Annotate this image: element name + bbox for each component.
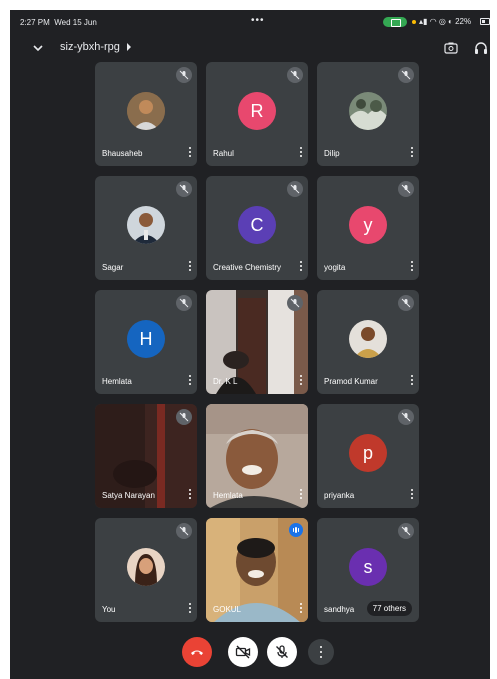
- participant-name: Hemlata: [102, 377, 132, 386]
- status-bar: 2:27 PM Wed 15 Jun ••• ▴▮ ◠ ◎ ◐ 22%: [10, 10, 490, 34]
- battery-icon: [480, 18, 490, 25]
- speaking-indicator-icon: [289, 523, 303, 537]
- meet-screen: 2:27 PM Wed 15 Jun ••• ▴▮ ◠ ◎ ◐ 22% siz-…: [10, 10, 490, 679]
- avatar: C: [238, 206, 276, 244]
- status-time-date: 2:27 PM Wed 15 Jun: [20, 18, 97, 27]
- more-vert-icon[interactable]: [299, 147, 303, 159]
- mic-off-icon: [287, 67, 303, 83]
- participant-tile[interactable]: Satya Narayan: [95, 404, 197, 508]
- others-count-chip[interactable]: 77 others: [366, 601, 412, 616]
- mic-off-icon: [398, 409, 414, 425]
- mic-off-icon: [176, 523, 192, 539]
- participant-tile[interactable]: Bhausaheb: [95, 62, 197, 166]
- camera-in-use-pill: [383, 17, 407, 27]
- end-call-button[interactable]: [182, 637, 212, 667]
- participant-name: Pramod Kumar: [324, 377, 378, 386]
- participant-tile[interactable]: Hemlata: [206, 404, 308, 508]
- meeting-code[interactable]: siz-ybxh-rpg: [60, 41, 120, 53]
- avatar: [349, 320, 387, 358]
- participant-tile[interactable]: p priyanka: [317, 404, 419, 508]
- mic-off-icon: [287, 181, 303, 197]
- mic-off-icon: [398, 295, 414, 311]
- more-vert-icon[interactable]: [188, 375, 192, 387]
- participant-name: Sagar: [102, 263, 124, 272]
- participant-tile[interactable]: H Hemlata: [95, 290, 197, 394]
- avatar: [127, 206, 165, 244]
- end-call-icon: [191, 650, 203, 655]
- participant-tile[interactable]: Dr. K L: [206, 290, 308, 394]
- participant-name: Creative Chemistry: [213, 263, 282, 272]
- participant-tile[interactable]: y yogita: [317, 176, 419, 280]
- participant-tile[interactable]: You: [95, 518, 197, 622]
- more-vert-icon[interactable]: [410, 261, 414, 273]
- battery-percent: 22%: [455, 17, 472, 26]
- mic-off-icon: [276, 645, 288, 658]
- mic-off-icon: [176, 67, 192, 83]
- more-options-button[interactable]: [308, 639, 334, 665]
- participant-name: priyanka: [324, 491, 355, 500]
- participant-name: Bhausaheb: [102, 149, 143, 158]
- mic-off-icon: [398, 181, 414, 197]
- participant-name: Satya Narayan: [102, 491, 155, 500]
- participant-tile[interactable]: s sandhya 77 others: [317, 518, 419, 622]
- avatar: H: [127, 320, 165, 358]
- participant-tile[interactable]: Pramod Kumar: [317, 290, 419, 394]
- more-vert-icon[interactable]: [188, 489, 192, 501]
- more-vert-icon[interactable]: [299, 261, 303, 273]
- camera-toggle-button[interactable]: [228, 637, 258, 667]
- participant-name: Dr. K L: [213, 377, 238, 386]
- mic-off-icon: [176, 409, 192, 425]
- more-vert-icon[interactable]: [410, 489, 414, 501]
- more-vert-icon[interactable]: [410, 375, 414, 387]
- participant-name: yogita: [324, 263, 346, 272]
- participant-name: You: [102, 605, 116, 614]
- avatar: [349, 92, 387, 130]
- more-vert-icon[interactable]: [188, 261, 192, 273]
- more-vert-icon[interactable]: [299, 489, 303, 501]
- participant-name: Hemlata: [213, 491, 243, 500]
- more-vert-icon[interactable]: [299, 603, 303, 615]
- more-vert-icon[interactable]: [410, 147, 414, 159]
- participant-tile[interactable]: Dilip: [317, 62, 419, 166]
- mic-off-icon: [176, 181, 192, 197]
- more-vert-icon[interactable]: [299, 375, 303, 387]
- avatar: y: [349, 206, 387, 244]
- participant-tile[interactable]: Sagar: [95, 176, 197, 280]
- mic-off-icon: [398, 67, 414, 83]
- caret-right-icon[interactable]: [127, 43, 131, 51]
- mic-off-icon: [176, 295, 192, 311]
- more-vert-icon[interactable]: [188, 147, 192, 159]
- participant-tile[interactable]: R Rahul: [206, 62, 308, 166]
- more-vert-icon[interactable]: [188, 603, 192, 615]
- mic-in-use-dot: [412, 20, 416, 24]
- participant-name: Rahul: [213, 149, 234, 158]
- participant-tile[interactable]: C Creative Chemistry: [206, 176, 308, 280]
- avatar: [127, 92, 165, 130]
- participant-name: GOKUL: [213, 605, 242, 614]
- multitask-dots-icon[interactable]: •••: [251, 15, 265, 26]
- participant-tile[interactable]: GOKUL: [206, 518, 308, 622]
- avatar: R: [238, 92, 276, 130]
- avatar: s: [349, 548, 387, 586]
- participant-name: Dilip: [324, 149, 340, 158]
- mic-off-icon: [398, 523, 414, 539]
- mic-off-icon: [287, 295, 303, 311]
- camera-off-icon: [235, 645, 251, 659]
- avatar: [127, 548, 165, 586]
- chevron-down-icon[interactable]: [31, 41, 45, 55]
- status-icons: ▴▮ ◠ ◎ ◐ 22%: [419, 17, 472, 26]
- participant-name: sandhya: [324, 605, 355, 614]
- mic-toggle-button[interactable]: [267, 637, 297, 667]
- flip-camera-icon[interactable]: [443, 40, 459, 56]
- avatar: p: [349, 434, 387, 472]
- headphones-icon[interactable]: [473, 40, 489, 56]
